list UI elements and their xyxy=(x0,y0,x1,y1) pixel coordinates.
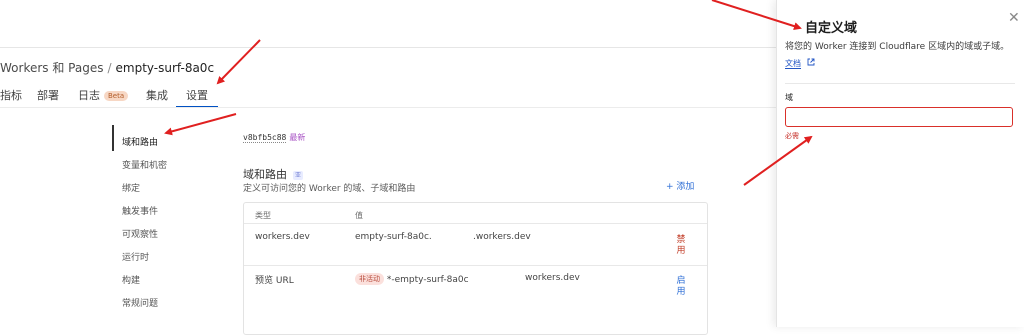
routes-table: 类型 值 workers.dev empty-surf-8a0c. .worke… xyxy=(243,202,708,335)
row-workers-dev-type: workers.dev xyxy=(255,232,310,242)
header-divider xyxy=(0,47,776,48)
latest-badge: 最新 xyxy=(289,133,306,142)
tab-integrations[interactable]: 集成 xyxy=(146,87,168,103)
row-workers-dev-value-right: .workers.dev xyxy=(473,232,531,242)
sidenav-active-indicator xyxy=(112,125,114,151)
row-workers-dev-value-left: empty-surf-8a0c. xyxy=(355,232,432,242)
row-preview-url-value-right: workers.dev xyxy=(525,273,580,283)
external-link-icon xyxy=(807,58,814,66)
row-preview-url-value-left: *-empty-surf-8a0c xyxy=(386,275,469,285)
header-divider-line xyxy=(244,223,707,224)
domain-field-error: 必需 xyxy=(785,132,799,140)
tab-logs[interactable]: 日志 Beta xyxy=(78,87,129,103)
column-header-value: 值 xyxy=(355,211,363,220)
sidenav-general[interactable]: 常规问题 xyxy=(122,296,158,309)
breadcrumb-parent[interactable]: Workers 和 Pages xyxy=(0,61,103,75)
row-preview-url-value: 非活动 *-empty-surf-8a0c xyxy=(355,273,469,285)
tab-logs-label: 日志 xyxy=(78,89,100,102)
panel-description: 将您的 Worker 连接到 Cloudflare 区域内的域或子域。 xyxy=(785,42,1010,52)
tab-metrics[interactable]: 指标 xyxy=(0,87,22,103)
row-preview-url-type: 预览 URL xyxy=(255,276,294,286)
domain-input[interactable] xyxy=(785,107,1013,127)
sidenav-build[interactable]: 构建 xyxy=(122,273,140,286)
section-heading: 域和路由亚 xyxy=(243,166,303,182)
sidenav-observability[interactable]: 可观察性 xyxy=(122,227,158,240)
disable-button[interactable]: 禁用 xyxy=(676,235,686,257)
section-badge: 亚 xyxy=(293,171,303,180)
add-button[interactable]: + 添加 xyxy=(666,179,694,192)
sidenav-runtime[interactable]: 运行时 xyxy=(122,250,149,263)
close-icon[interactable]: ✕ xyxy=(1008,10,1020,26)
row-divider-line xyxy=(244,265,707,266)
column-header-type: 类型 xyxy=(255,211,271,220)
sidenav-triggers[interactable]: 触发事件 xyxy=(122,204,158,217)
tab-deployments[interactable]: 部署 xyxy=(37,87,59,103)
sidenav-variables-secrets[interactable]: 变量和机密 xyxy=(122,158,167,171)
domain-field-label: 域 xyxy=(785,93,793,102)
breadcrumb-separator: / xyxy=(107,61,112,75)
beta-badge: Beta xyxy=(104,91,129,101)
panel-divider xyxy=(785,83,1015,84)
tab-settings[interactable]: 设置 xyxy=(186,87,208,103)
tabs-divider xyxy=(0,107,776,108)
version-hash[interactable]: v8bfb5c88 xyxy=(243,133,287,143)
section-title: 域和路由 xyxy=(243,168,287,181)
breadcrumb: Workers 和 Pages / empty-surf-8a0c xyxy=(0,59,214,76)
enable-button[interactable]: 启用 xyxy=(676,276,686,298)
version-info: v8bfb5c88 最新 xyxy=(243,132,305,143)
worker-settings-page: Workers 和 Pages / empty-surf-8a0c 指标 部署 日志… xyxy=(0,0,776,335)
panel-title: 自定义域 xyxy=(805,21,858,36)
docs-link[interactable]: 文档 xyxy=(785,58,815,69)
sidenav-domains-routes[interactable]: 域和路由 xyxy=(122,135,158,148)
sidenav-bindings[interactable]: 绑定 xyxy=(122,181,140,194)
inactive-badge: 非活动 xyxy=(355,273,384,285)
breadcrumb-current: empty-surf-8a0c xyxy=(115,61,215,75)
section-description: 定义可访问您的 Worker 的域、子域和路由 xyxy=(243,184,416,194)
docs-link-label: 文档 xyxy=(785,59,801,69)
